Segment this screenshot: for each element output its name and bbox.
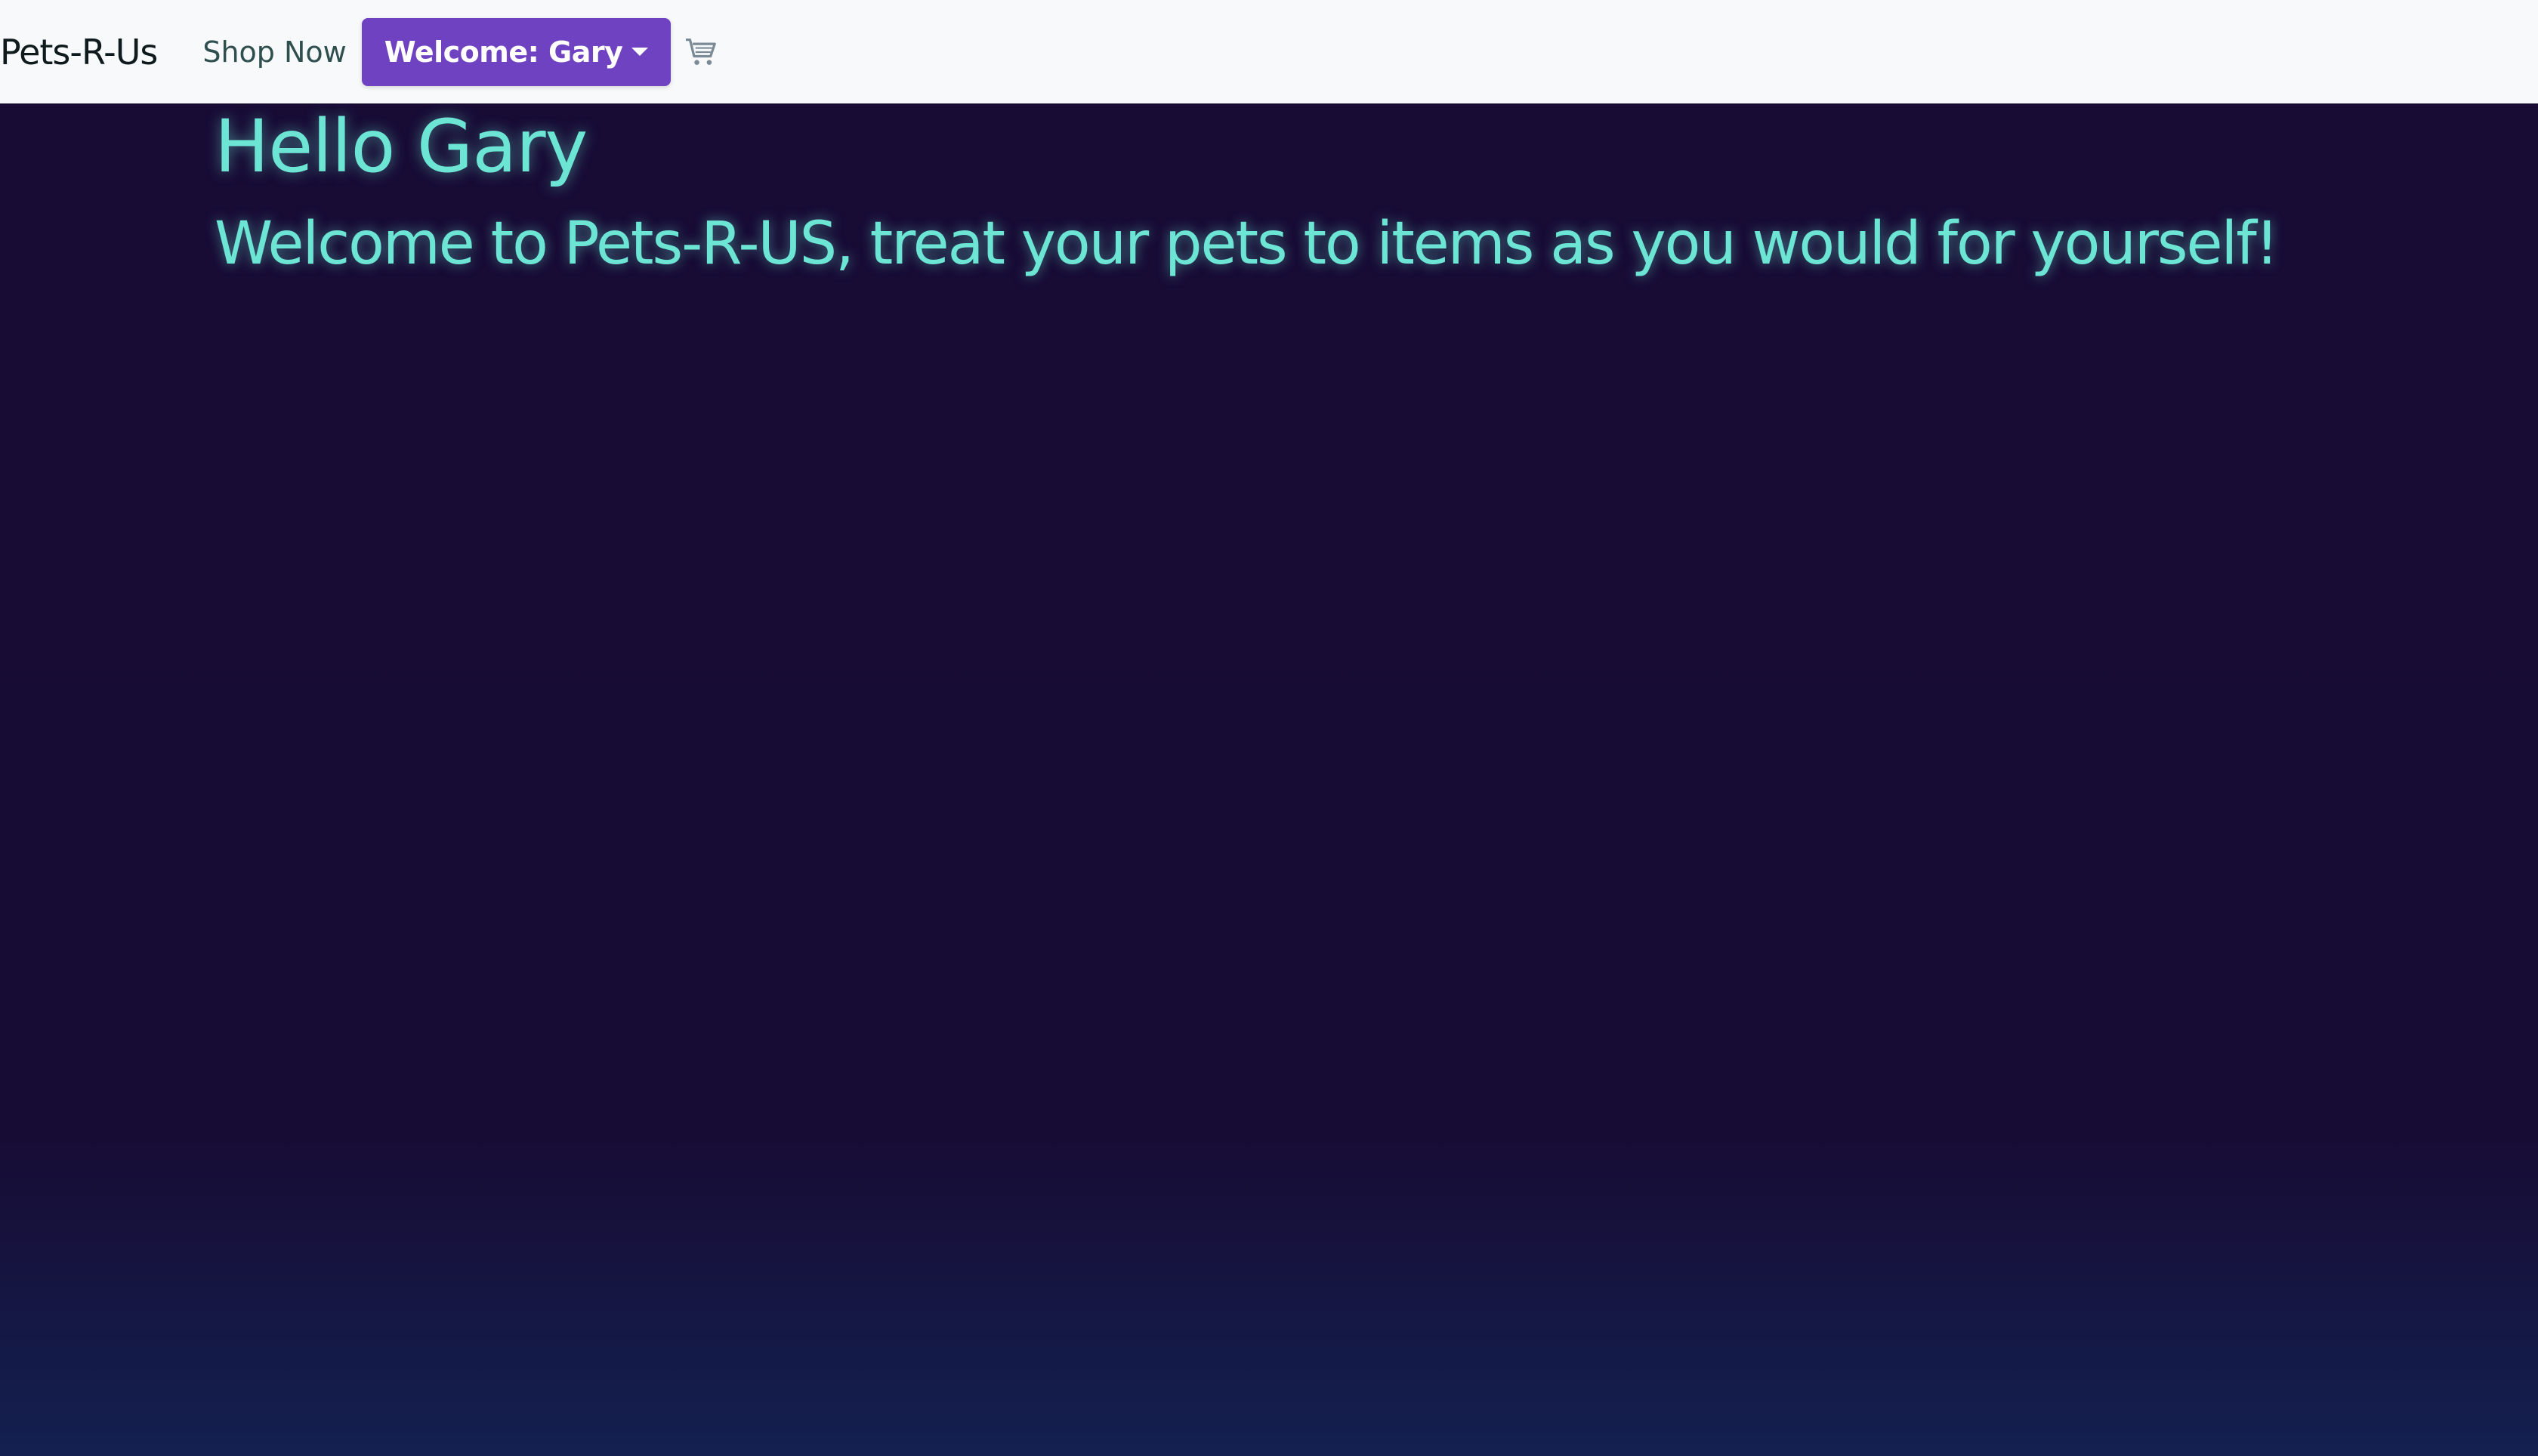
cart-icon[interactable] [684, 37, 718, 67]
cart-icon-svg [686, 38, 717, 65]
greeting-heading: Hello Gary [215, 104, 588, 189]
top-navbar: Pets-R-Us Shop Now Welcome: Gary [0, 0, 2538, 103]
user-dropdown-label: Welcome: Gary [384, 35, 623, 69]
brand-logo-link[interactable]: Pets-R-Us [0, 32, 158, 72]
caret-down-icon [631, 48, 649, 56]
shop-now-link[interactable]: Shop Now [202, 35, 346, 69]
user-dropdown-button[interactable]: Welcome: Gary [361, 17, 672, 86]
welcome-message: Welcome to Pets-R-US, treat your pets to… [215, 210, 2279, 278]
